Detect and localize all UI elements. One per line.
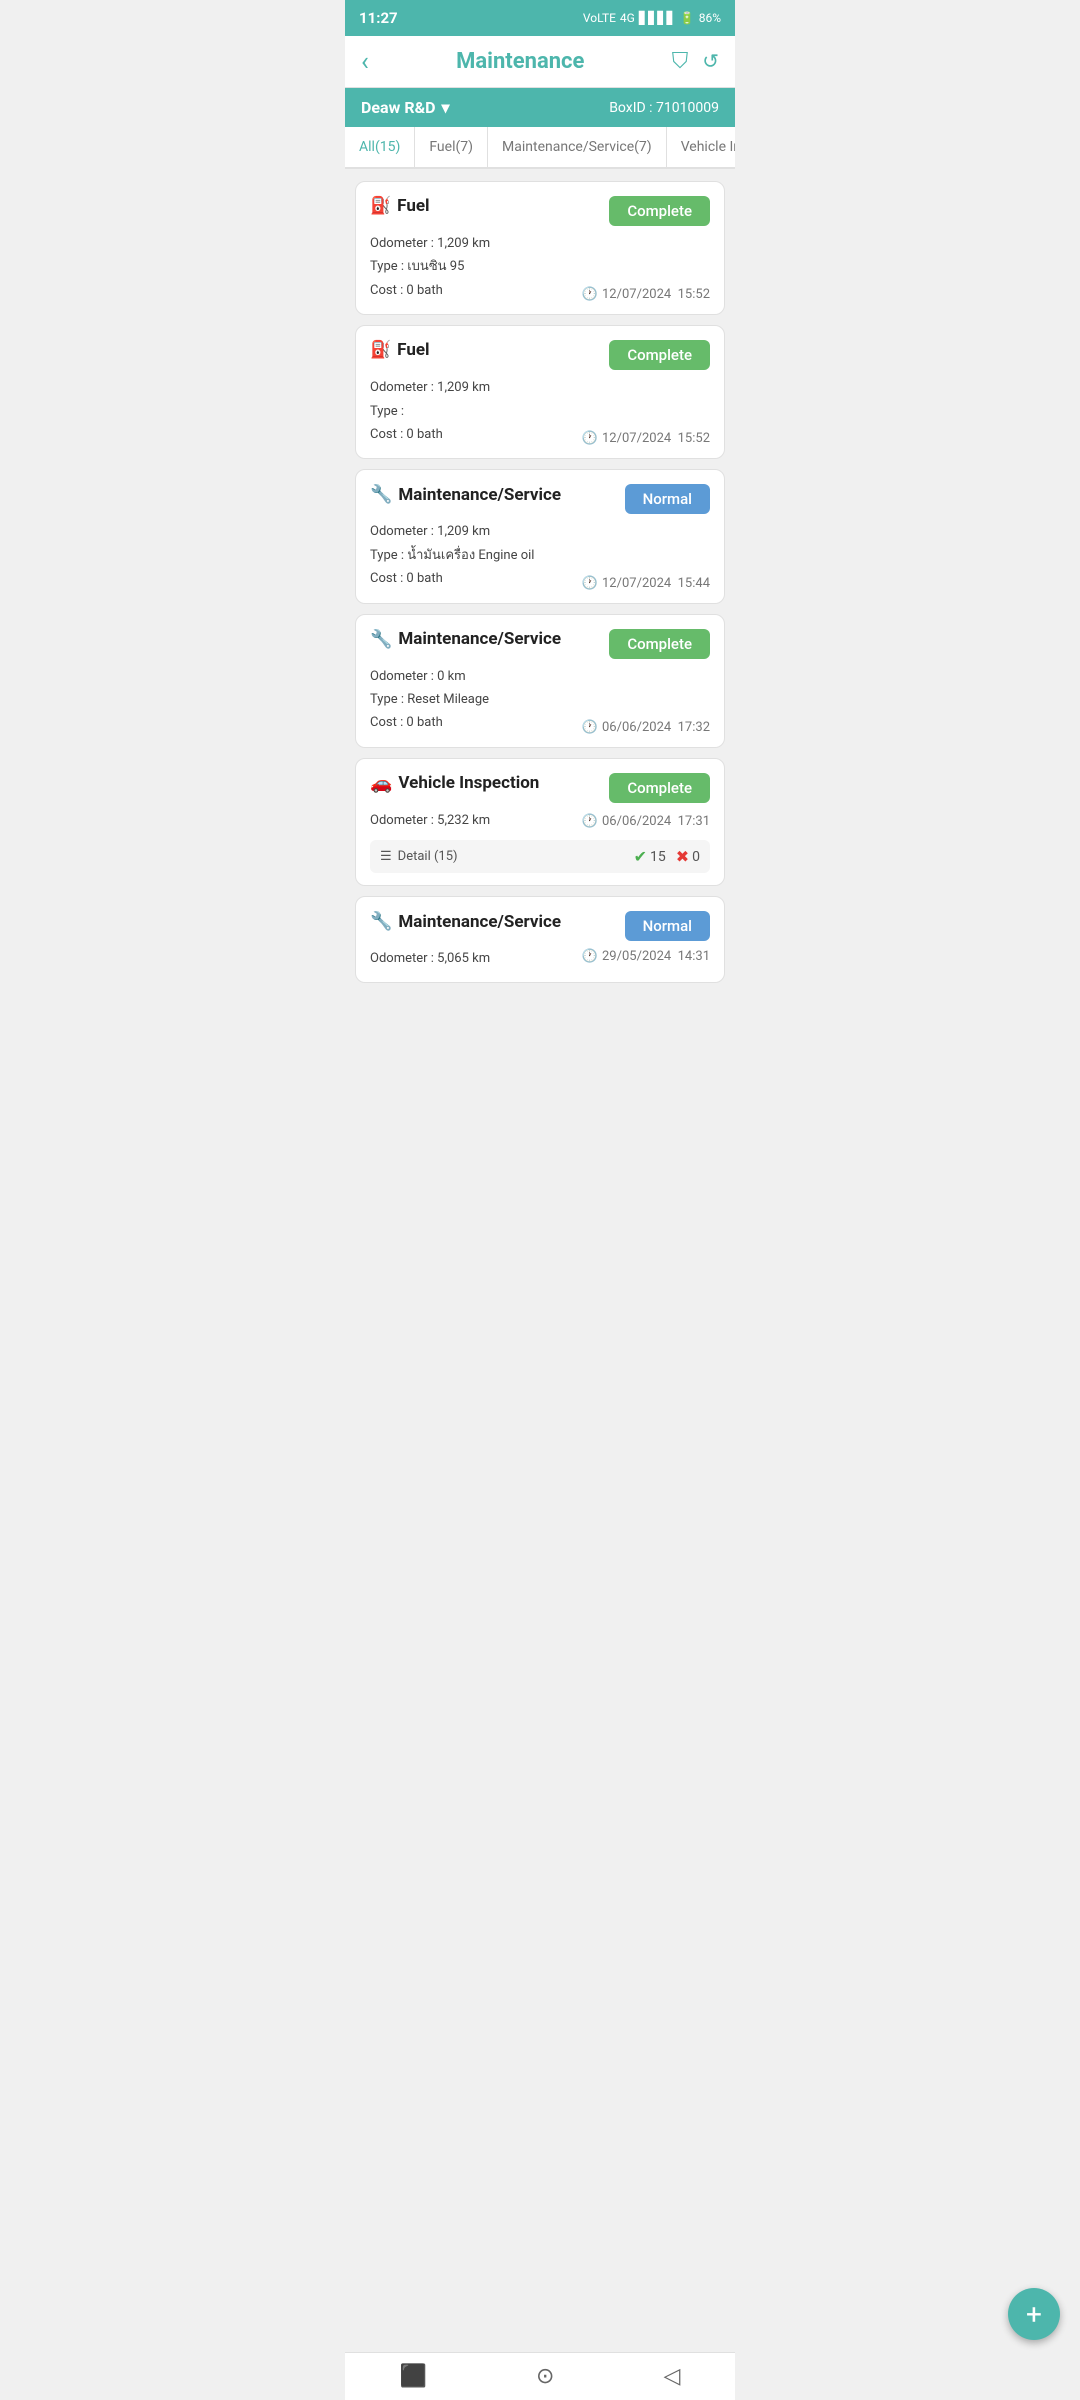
detail-counts: ✔ 15 ✖ 0 (634, 847, 700, 866)
clock-icon-6: 🕐 (582, 949, 598, 964)
card-4-datetime: 🕐 06/06/2024 17:32 (582, 720, 710, 735)
card-1[interactable]: ⛽ Fuel Complete Odometer : 1,209 km Type… (355, 181, 725, 315)
card-6-detail: Odometer : 5,065 km (370, 947, 490, 970)
clock-icon-2: 🕐 (582, 431, 598, 446)
page-title: Maintenance (456, 49, 584, 74)
clock-icon-5: 🕐 (582, 814, 598, 829)
back-button[interactable]: ‹ (361, 47, 369, 77)
card-1-datetime: 🕐 12/07/2024 15:52 (582, 287, 710, 302)
clock-icon-3: 🕐 (582, 576, 598, 591)
fuel-icon-2: ⛽ (370, 340, 391, 360)
cards-container: ⛽ Fuel Complete Odometer : 1,209 km Type… (345, 169, 735, 995)
wrench-icon-2: 🔧 (370, 629, 392, 650)
box-id-label: BoxID : (609, 100, 652, 116)
card-5-datetime: 🕐 06/06/2024 17:31 (582, 814, 710, 829)
battery-percent: 86% (699, 11, 721, 25)
card-4-badge[interactable]: Complete (609, 629, 710, 659)
count-fail: ✖ 0 (676, 847, 700, 866)
card-1-badge[interactable]: Complete (609, 196, 710, 226)
card-3[interactable]: 🔧 Maintenance/Service Normal Odometer : … (355, 469, 725, 603)
clock-icon-4: 🕐 (582, 720, 598, 735)
dropdown-icon: ▾ (442, 98, 450, 117)
top-nav: ‹ Maintenance ⛉ ↺ (345, 36, 735, 88)
check-icon: ✔ (634, 847, 647, 866)
card-1-title: ⛽ Fuel (370, 196, 430, 216)
fab-label: + (1026, 2298, 1042, 2331)
cross-icon: ✖ (676, 847, 689, 866)
card-5-badge[interactable]: Complete (609, 773, 710, 803)
bottom-square-icon[interactable]: ⬛ (400, 2364, 427, 2389)
network-icon: 4G (620, 11, 635, 25)
card-5-odometer: Odometer : 5,232 km (370, 809, 490, 832)
clock-icon-1: 🕐 (582, 287, 598, 302)
card-2-title: ⛽ Fuel (370, 340, 430, 360)
detail-label: ☰ Detail (15) (380, 849, 458, 864)
card-4-title: 🔧 Maintenance/Service (370, 629, 561, 650)
fuel-icon-1: ⛽ (370, 196, 391, 216)
car-icon: 🚗 (370, 773, 392, 794)
card-6-datetime: 🕐 29/05/2024 14:31 (582, 949, 710, 964)
tab-fuel[interactable]: Fuel(7) (415, 127, 488, 167)
card-6-badge[interactable]: Normal (625, 911, 710, 941)
card-3-datetime: 🕐 12/07/2024 15:44 (582, 576, 710, 591)
bottom-nav: ⬛ ⊙ ◁ (345, 2352, 735, 2400)
card-3-detail: Odometer : 1,209 km Type : น้ำมันเครื่อง… (370, 520, 534, 590)
card-5-title: 🚗 Vehicle Inspection (370, 773, 539, 794)
card-6-title: 🔧 Maintenance/Service (370, 911, 561, 932)
wrench-icon-1: 🔧 (370, 484, 392, 505)
tab-maintenance[interactable]: Maintenance/Service(7) (488, 127, 667, 167)
bottom-back-icon[interactable]: ◁ (664, 2364, 681, 2389)
tab-all[interactable]: All(15) (345, 127, 415, 169)
card-1-detail: Odometer : 1,209 km Type : เบนซิน 95 Cos… (370, 232, 490, 302)
nav-icons: ⛉ ↺ (672, 49, 719, 74)
status-bar: 11:27 VoLTE 4G ▋▋▋▋ 🔋 86% (345, 0, 735, 36)
fab-add-button[interactable]: + (1008, 2288, 1060, 2340)
card-2-datetime: 🕐 12/07/2024 15:52 (582, 431, 710, 446)
refresh-icon[interactable]: ↺ (702, 49, 719, 74)
status-icons: VoLTE 4G ▋▋▋▋ 🔋 86% (583, 11, 721, 25)
status-time: 11:27 (359, 9, 398, 27)
card-4-detail: Odometer : 0 km Type : Reset Mileage Cos… (370, 665, 489, 735)
card-2[interactable]: ⛽ Fuel Complete Odometer : 1,209 km Type… (355, 325, 725, 459)
card-4[interactable]: 🔧 Maintenance/Service Complete Odometer … (355, 614, 725, 748)
card-2-badge[interactable]: Complete (609, 340, 710, 370)
card-6[interactable]: 🔧 Maintenance/Service Normal Odometer : … (355, 896, 725, 983)
branch-name[interactable]: Deaw R&D ▾ (361, 98, 450, 117)
vehicle-inspection-detail-row[interactable]: ☰ Detail (15) ✔ 15 ✖ 0 (370, 840, 710, 873)
card-5[interactable]: 🚗 Vehicle Inspection Complete Odometer :… (355, 758, 725, 886)
card-2-detail: Odometer : 1,209 km Type : Cost : 0 bath (370, 376, 490, 446)
box-id-value: 71010009 (656, 100, 719, 116)
list-icon: ☰ (380, 849, 392, 864)
box-id: BoxID : 71010009 (609, 100, 719, 116)
tabs-bar: All(15) Fuel(7) Maintenance/Service(7) V… (345, 127, 735, 169)
card-3-badge[interactable]: Normal (625, 484, 710, 514)
bottom-home-icon[interactable]: ⊙ (536, 2364, 554, 2389)
tab-vehicle-inspection[interactable]: Vehicle Inspection( (667, 127, 735, 167)
count-ok: ✔ 15 (634, 847, 666, 866)
branch-name-text: Deaw R&D (361, 98, 436, 117)
signal-icon: ▋▋▋▋ (639, 11, 676, 25)
filter-icon[interactable]: ⛉ (672, 49, 689, 74)
battery-icon: 🔋 (680, 11, 695, 25)
wrench-icon-3: 🔧 (370, 911, 392, 932)
volte-icon: VoLTE (583, 11, 616, 25)
branch-bar: Deaw R&D ▾ BoxID : 71010009 (345, 88, 735, 127)
card-3-title: 🔧 Maintenance/Service (370, 484, 561, 505)
